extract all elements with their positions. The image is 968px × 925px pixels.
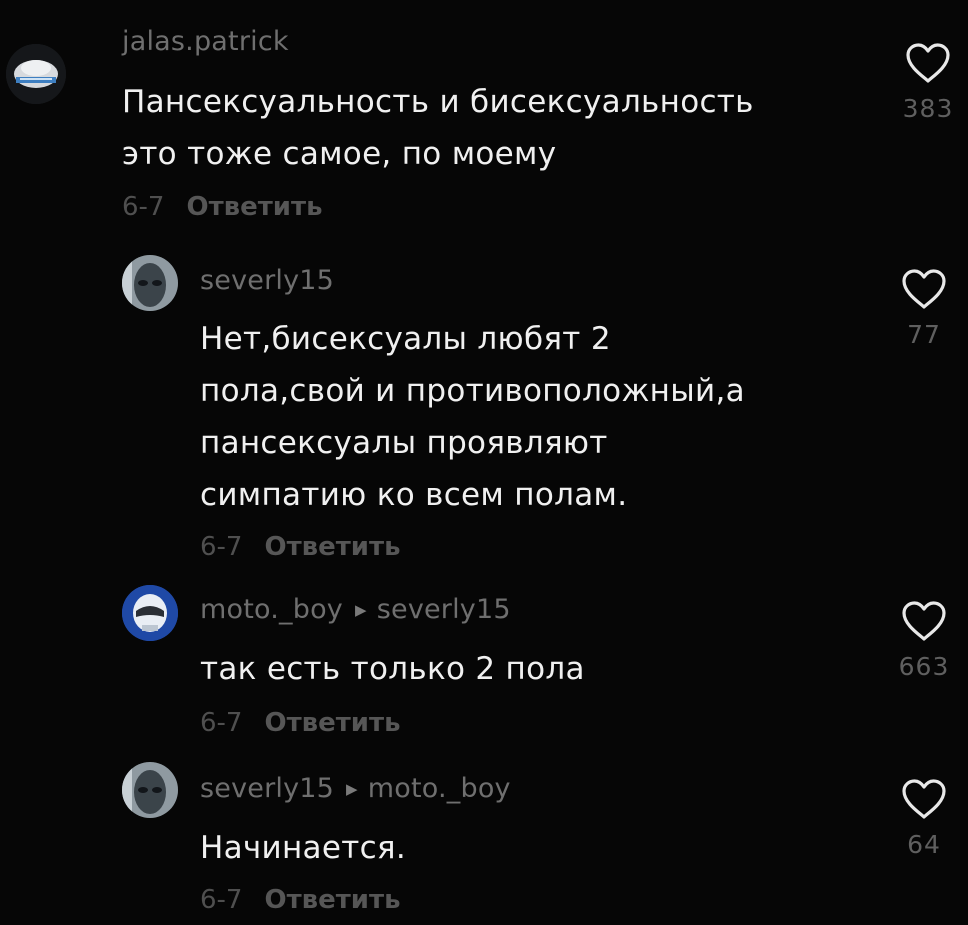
like-count: 64 <box>907 830 941 859</box>
comment-item: severly15 ▶ moto._boy Начинается. 6-7 Ответ… <box>0 0 968 925</box>
comment-text: Начинается. <box>200 830 407 866</box>
reply-to-username[interactable]: moto._boy <box>368 773 511 804</box>
alien-face-avatar-icon <box>122 762 178 818</box>
triangle-right-icon: ▶ <box>346 780 358 798</box>
like-button[interactable]: 64 <box>896 778 952 859</box>
comment-meta: 6-7 Ответить <box>200 885 401 915</box>
username-text[interactable]: severly15 <box>200 773 334 804</box>
heart-outline-icon <box>902 779 946 819</box>
reply-button[interactable]: Ответить <box>264 885 400 915</box>
comment-date: 6-7 <box>200 885 243 915</box>
avatar[interactable] <box>122 762 178 818</box>
comment-username[interactable]: severly15 ▶ moto._boy <box>200 773 511 804</box>
